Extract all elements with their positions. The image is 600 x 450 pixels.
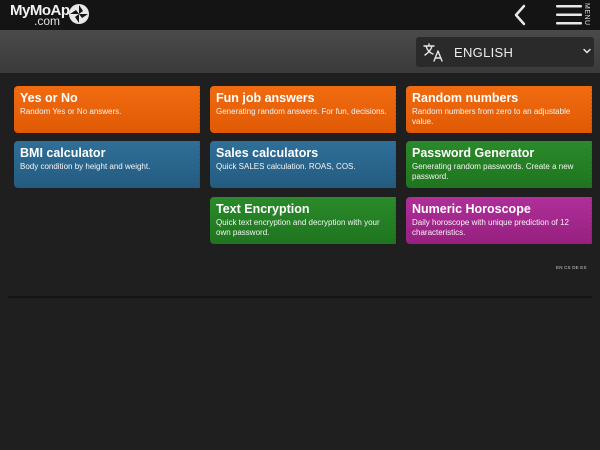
card-fun-job-answers[interactable]: Fun job answers Generating random answer… (210, 86, 397, 133)
card-description: Daily horoscope with unique prediction o… (412, 218, 569, 237)
card-random-numbers[interactable]: Random numbers Random numbers from zero … (406, 86, 593, 133)
card-description: Quick SALES calculation. ROAS, COS. (216, 162, 356, 171)
card-description: Random numbers from zero to an adjustabl… (412, 107, 571, 126)
card-description: Generating random answers. For fun, deci… (216, 107, 387, 116)
card-title: Numeric Horoscope (412, 202, 531, 216)
card-title: BMI calculator (20, 146, 106, 160)
language-select[interactable]: ENGLISH (416, 37, 594, 67)
menu-label: MENU (583, 3, 590, 26)
card-bmi-calculator[interactable]: BMI calculator Body condition by height … (14, 141, 201, 188)
top-bar: MyMoAp .com MENU (0, 0, 600, 30)
card-text-encryption[interactable]: Text Encryption Quick text encryption an… (210, 197, 397, 244)
footer-language-links[interactable]: EN CS DE ES (556, 265, 587, 270)
card-sales-calculators[interactable]: Sales calculators Quick SALES calculatio… (210, 141, 397, 188)
card-title: Text Encryption (216, 202, 310, 216)
card-yes-or-no[interactable]: Yes or No Random Yes or No answers. (14, 86, 201, 133)
language-bar: ENGLISH (0, 30, 600, 73)
card-description: Generating random passwords. Create a ne… (412, 162, 574, 181)
hamburger-icon (556, 5, 582, 25)
card-password-generator[interactable]: Password Generator Generating random pas… (406, 141, 593, 188)
chevron-down-icon (583, 48, 591, 54)
card-description: Body condition by height and weight. (20, 162, 151, 171)
logo-pinwheel-icon (69, 4, 89, 24)
card-title: Yes or No (20, 91, 78, 105)
logo[interactable]: MyMoAp .com (10, 2, 90, 28)
card-title: Fun job answers (216, 91, 315, 105)
language-value: ENGLISH (454, 45, 514, 60)
card-numeric-horoscope[interactable]: Numeric Horoscope Daily horoscope with u… (406, 197, 593, 244)
card-title: Random numbers (412, 91, 519, 105)
card-title: Sales calculators (216, 146, 319, 160)
menu-button[interactable]: MENU (556, 1, 592, 29)
card-title: Password Generator (412, 146, 535, 160)
translate-icon (423, 43, 443, 62)
back-button[interactable] (508, 2, 532, 28)
logo-domain: .com (34, 14, 61, 28)
card-description: Quick text encryption and decryption wit… (216, 218, 380, 237)
divider (8, 296, 592, 298)
chevron-left-icon (514, 4, 526, 26)
card-description: Random Yes or No answers. (20, 107, 122, 116)
